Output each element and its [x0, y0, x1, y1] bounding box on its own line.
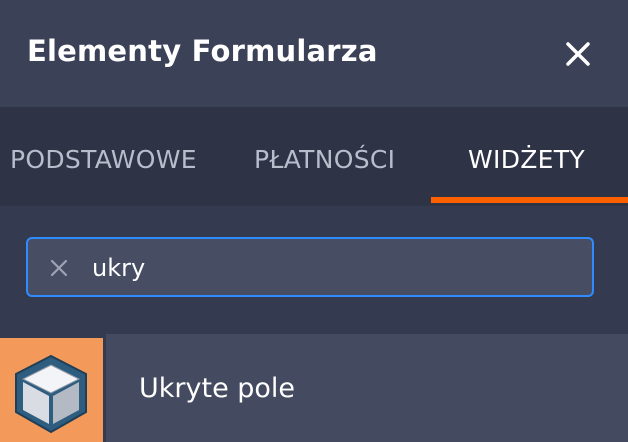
panel-header: Elementy Formularza: [0, 0, 628, 107]
tab-bar: PODSTAWOWE PŁATNOŚCI WIDŻETY: [0, 107, 628, 206]
tab-label: PODSTAWOWE: [10, 145, 197, 174]
active-tab-indicator: [431, 197, 628, 203]
result-item-ukryte-pole[interactable]: Ukryte pole: [0, 334, 628, 442]
result-thumbnail: [0, 338, 103, 442]
form-elements-panel: Elementy Formularza PODSTAWOWE PŁATNOŚCI…: [0, 0, 628, 442]
search-input[interactable]: [92, 251, 572, 285]
tab-label: WIDŻETY: [468, 145, 585, 174]
clear-search-button[interactable]: [50, 259, 68, 277]
clear-icon: [50, 259, 68, 277]
close-icon: [566, 42, 590, 66]
result-body: Ukryte pole: [106, 334, 628, 442]
search-field: [26, 237, 594, 297]
close-button[interactable]: [560, 36, 596, 72]
tab-podstawowe[interactable]: PODSTAWOWE: [0, 107, 230, 206]
tab-widzety[interactable]: WIDŻETY: [431, 107, 628, 206]
tab-label: PŁATNOŚCI: [254, 145, 396, 174]
result-label: Ukryte pole: [139, 373, 296, 404]
tab-platnosci[interactable]: PŁATNOŚCI: [230, 107, 430, 206]
panel-title: Elementy Formularza: [27, 34, 378, 68]
cube-icon: [15, 354, 87, 434]
